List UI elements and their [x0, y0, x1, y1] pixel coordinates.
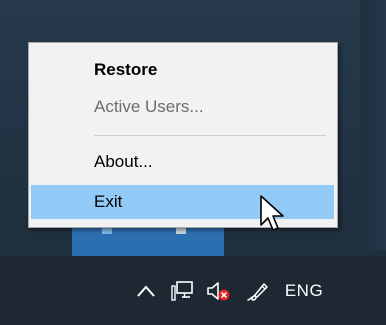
app-window-detail [176, 228, 186, 234]
show-hidden-icons-button[interactable] [128, 271, 164, 311]
volume-muted-icon [207, 282, 230, 301]
menu-item-exit[interactable]: Exit [31, 185, 334, 219]
menu-item-restore[interactable]: Restore [29, 53, 337, 87]
tray-context-menu: Restore Active Users... About... Exit [28, 42, 338, 228]
pen-ink-icon [247, 283, 268, 301]
chevron-up-icon [137, 285, 155, 297]
system-tray: ENG [128, 271, 330, 311]
menu-separator [94, 135, 326, 136]
network-icon [171, 281, 193, 301]
menu-item-active-users: Active Users... [94, 97, 204, 116]
app-window-detail [102, 228, 112, 234]
input-language-indicator[interactable]: ENG [278, 271, 330, 311]
desktop-edge [360, 0, 386, 250]
network-button[interactable] [164, 271, 200, 311]
mouse-cursor-icon [260, 195, 284, 231]
volume-button[interactable] [200, 271, 236, 311]
menu-item-about[interactable]: About... [29, 145, 337, 179]
windows-ink-button[interactable] [236, 271, 278, 311]
